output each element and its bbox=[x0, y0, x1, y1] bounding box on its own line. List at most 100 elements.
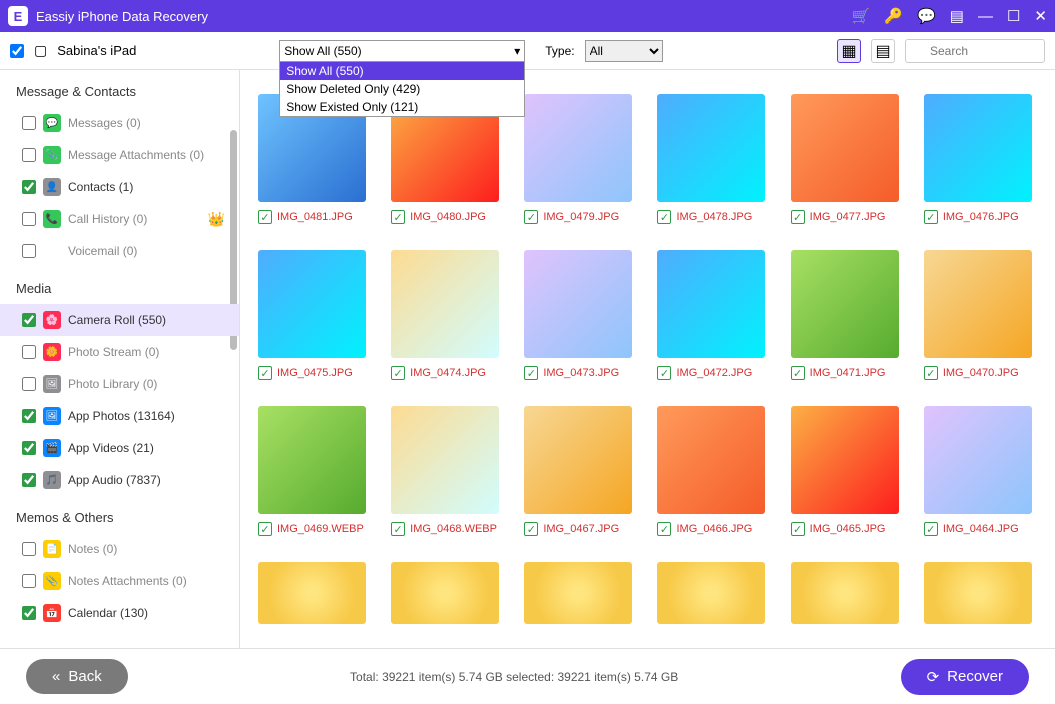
sidebar-item[interactable]: 🌼Photo Stream (0) bbox=[0, 336, 239, 368]
type-select[interactable]: All bbox=[585, 40, 663, 62]
thumbnail-checkbox[interactable]: ✓ bbox=[791, 522, 805, 536]
sidebar-item[interactable]: 📞Call History (0)👑 bbox=[0, 203, 239, 235]
filter-option[interactable]: Show All (550) bbox=[280, 62, 524, 80]
thumbnail[interactable] bbox=[924, 562, 1037, 624]
thumbnail[interactable]: ✓IMG_0471.JPG bbox=[791, 250, 904, 380]
sidebar-item-checkbox[interactable] bbox=[22, 313, 36, 327]
minimize-icon[interactable]: — bbox=[978, 8, 993, 25]
sidebar-item-label: App Photos (13164) bbox=[68, 409, 175, 423]
sidebar-item-checkbox[interactable] bbox=[22, 473, 36, 487]
thumbnail[interactable]: ✓IMG_0464.JPG bbox=[924, 406, 1037, 536]
thumbnail-checkbox[interactable]: ✓ bbox=[391, 366, 405, 380]
sidebar: Message & Contacts💬Messages (0)📎Message … bbox=[0, 70, 240, 648]
thumbnail[interactable] bbox=[657, 562, 770, 624]
sidebar-item[interactable]: 📎Notes Attachments (0) bbox=[0, 565, 239, 597]
crown-icon: 👑 bbox=[208, 211, 225, 228]
sidebar-item-checkbox[interactable] bbox=[22, 574, 36, 588]
sidebar-item-checkbox[interactable] bbox=[22, 116, 36, 130]
thumbnail[interactable]: ✓IMG_0469.WEBP bbox=[258, 406, 371, 536]
sidebar-item[interactable]: 🎬App Videos (21) bbox=[0, 432, 239, 464]
ipad-icon: ▢ bbox=[34, 42, 47, 59]
recover-button[interactable]: ⟳ Recover bbox=[901, 659, 1029, 695]
thumbnail[interactable]: ✓IMG_0472.JPG bbox=[657, 250, 770, 380]
back-button[interactable]: « Back bbox=[26, 659, 128, 694]
sidebar-item-checkbox[interactable] bbox=[22, 212, 36, 226]
sidebar-section-title: Media bbox=[0, 267, 239, 304]
sidebar-section-title: Memos & Others bbox=[0, 496, 239, 533]
sidebar-item[interactable]: 📄Notes (0) bbox=[0, 533, 239, 565]
thumbnail-checkbox[interactable]: ✓ bbox=[657, 366, 671, 380]
thumbnail-checkbox[interactable]: ✓ bbox=[657, 522, 671, 536]
thumbnail-checkbox[interactable]: ✓ bbox=[924, 210, 938, 224]
thumbnail[interactable]: ✓IMG_0476.JPG bbox=[924, 94, 1037, 224]
thumbnail-checkbox[interactable]: ✓ bbox=[524, 366, 538, 380]
thumbnail[interactable]: ✓IMG_0467.JPG bbox=[524, 406, 637, 536]
thumbnail-checkbox[interactable]: ✓ bbox=[791, 366, 805, 380]
thumbnail-checkbox[interactable]: ✓ bbox=[524, 210, 538, 224]
thumbnail[interactable]: ✓IMG_0477.JPG bbox=[791, 94, 904, 224]
thumbnail-checkbox[interactable]: ✓ bbox=[258, 366, 272, 380]
sidebar-item-checkbox[interactable] bbox=[22, 377, 36, 391]
chat-icon[interactable]: 💬 bbox=[917, 7, 936, 25]
search-input[interactable] bbox=[905, 39, 1045, 63]
thumbnail[interactable]: ✓IMG_0470.JPG bbox=[924, 250, 1037, 380]
thumbnail[interactable]: ✓IMG_0478.JPG bbox=[657, 94, 770, 224]
thumbnail-filename: IMG_0475.JPG bbox=[277, 367, 353, 379]
sidebar-item-checkbox[interactable] bbox=[22, 606, 36, 620]
sidebar-item[interactable]: 🎙Voicemail (0) bbox=[0, 235, 239, 267]
thumbnail-checkbox[interactable]: ✓ bbox=[924, 522, 938, 536]
cart-icon[interactable]: 🛒 bbox=[852, 7, 871, 25]
sidebar-item[interactable]: 🖼App Photos (13164) bbox=[0, 400, 239, 432]
sidebar-item[interactable]: 🖼Photo Library (0) bbox=[0, 368, 239, 400]
thumbnail-checkbox[interactable]: ✓ bbox=[524, 522, 538, 536]
maximize-icon[interactable]: ☐ bbox=[1007, 7, 1020, 25]
sidebar-item[interactable]: 📅Calendar (130) bbox=[0, 597, 239, 629]
key-icon[interactable]: 🔑 bbox=[884, 7, 903, 25]
thumbnail[interactable]: ✓IMG_0474.JPG bbox=[391, 250, 504, 380]
thumbnail[interactable]: ✓IMG_0479.JPG bbox=[524, 94, 637, 224]
sidebar-item[interactable]: 📎Message Attachments (0) bbox=[0, 139, 239, 171]
sidebar-item-checkbox[interactable] bbox=[22, 180, 36, 194]
search-wrap bbox=[905, 39, 1045, 63]
thumbnail[interactable]: ✓ IMG_0475.JPG bbox=[258, 250, 371, 380]
filter-option[interactable]: Show Existed Only (121) bbox=[280, 98, 524, 116]
device-checkbox[interactable] bbox=[10, 44, 24, 58]
thumbnail-caption: ✓IMG_0481.JPG bbox=[258, 210, 371, 224]
thumbnail[interactable]: ✓IMG_0468.WEBP bbox=[391, 406, 504, 536]
thumbnail-checkbox[interactable]: ✓ bbox=[258, 210, 272, 224]
filter-option[interactable]: Show Deleted Only (429) bbox=[280, 80, 524, 98]
close-icon[interactable]: ✕ bbox=[1034, 7, 1047, 25]
sidebar-item[interactable]: 🎵App Audio (7837) bbox=[0, 464, 239, 496]
thumbnail[interactable]: ✓IMG_0466.JPG bbox=[657, 406, 770, 536]
thumbnail-checkbox[interactable]: ✓ bbox=[657, 210, 671, 224]
thumbnail[interactable] bbox=[391, 562, 504, 624]
thumbnail-caption: ✓IMG_0470.JPG bbox=[924, 366, 1037, 380]
thumbnail-caption: ✓IMG_0474.JPG bbox=[391, 366, 504, 380]
sidebar-item[interactable]: 🌸Camera Roll (550) bbox=[0, 304, 239, 336]
thumbnail[interactable]: ✓IMG_0465.JPG bbox=[791, 406, 904, 536]
sidebar-item-checkbox[interactable] bbox=[22, 409, 36, 423]
sidebar-item-checkbox[interactable] bbox=[22, 345, 36, 359]
thumbnail[interactable] bbox=[258, 562, 371, 624]
thumbnail[interactable] bbox=[524, 562, 637, 624]
thumbnail-checkbox[interactable]: ✓ bbox=[391, 522, 405, 536]
thumbnail[interactable] bbox=[791, 562, 904, 624]
sidebar-item-checkbox[interactable] bbox=[22, 244, 36, 258]
sidebar-item-checkbox[interactable] bbox=[22, 148, 36, 162]
feedback-icon[interactable]: ▤ bbox=[950, 7, 964, 25]
category-icon: 🎵 bbox=[43, 471, 61, 489]
thumbnail[interactable]: ✓IMG_0473.JPG bbox=[524, 250, 637, 380]
thumbnail-image bbox=[391, 250, 499, 358]
grid-view-button[interactable]: ▦ bbox=[837, 39, 861, 63]
thumbnail-checkbox[interactable]: ✓ bbox=[791, 210, 805, 224]
thumbnail-checkbox[interactable]: ✓ bbox=[391, 210, 405, 224]
thumbnail-checkbox[interactable]: ✓ bbox=[258, 522, 272, 536]
sidebar-item-checkbox[interactable] bbox=[22, 542, 36, 556]
sidebar-item[interactable]: 💬Messages (0) bbox=[0, 107, 239, 139]
filter-select[interactable]: Show All (550) ▾ bbox=[279, 40, 525, 62]
list-view-button[interactable]: ▤ bbox=[871, 39, 895, 63]
thumbnail-caption: ✓IMG_0464.JPG bbox=[924, 522, 1037, 536]
sidebar-item-checkbox[interactable] bbox=[22, 441, 36, 455]
sidebar-item[interactable]: 👤Contacts (1) bbox=[0, 171, 239, 203]
thumbnail-checkbox[interactable]: ✓ bbox=[924, 366, 938, 380]
